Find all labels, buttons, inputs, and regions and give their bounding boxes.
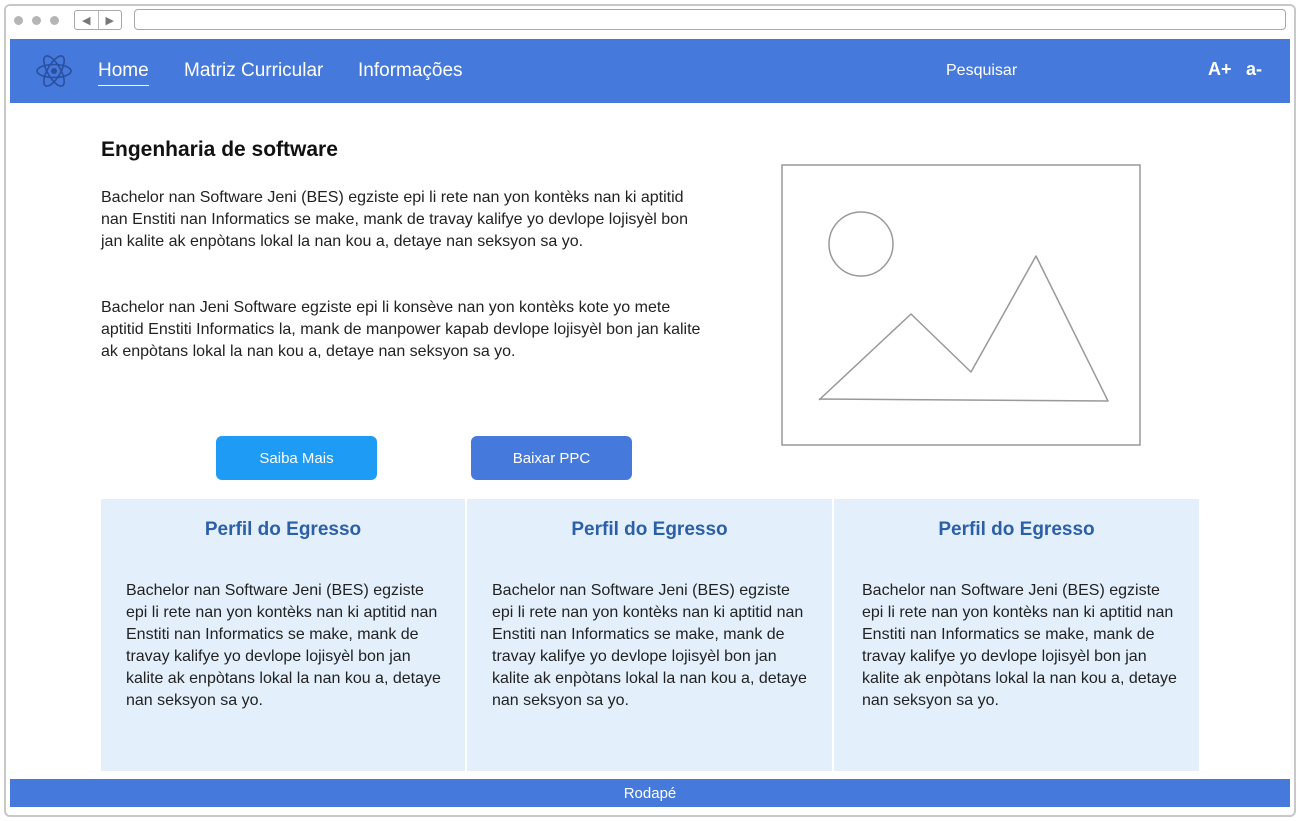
card-text: Bachelor nan Software Jeni (BES) egziste… (492, 582, 807, 709)
card-text: Bachelor nan Software Jeni (BES) egziste… (862, 582, 1177, 709)
intro-paragraph: Bachelor nan Jeni Software egziste epi l… (101, 299, 701, 360)
browser-window: ◀ ▶ Home Matriz Curricular Informações P… (4, 4, 1296, 817)
window-dot-icon (14, 16, 23, 25)
download-ppc-button[interactable]: Baixar PPC (471, 436, 632, 480)
window-dot-icon (50, 16, 59, 25)
font-decrease-button[interactable]: a- (1246, 59, 1262, 80)
address-bar[interactable] (134, 9, 1286, 30)
browser-chrome: ◀ ▶ (6, 6, 1294, 39)
nav-informacoes[interactable]: Informações (358, 60, 463, 82)
font-increase-button[interactable]: A+ (1208, 59, 1232, 80)
image-placeholder-icon (781, 164, 1141, 446)
browser-nav-buttons: ◀ ▶ (74, 10, 122, 30)
page-title: Engenharia de software (101, 138, 338, 161)
site-header: Home Matriz Curricular Informações Pesqu… (10, 39, 1290, 103)
search-link[interactable]: Pesquisar (946, 62, 1017, 80)
intro-paragraph: Bachelor nan Software Jeni (BES) egziste… (101, 189, 688, 250)
site-footer: Rodapé (10, 779, 1290, 807)
profile-card: Perfil do Egresso Bachelor nan Software … (834, 499, 1199, 771)
window-dot-icon (32, 16, 41, 25)
card-title: Perfil do Egresso (204, 519, 362, 540)
card-text: Bachelor nan Software Jeni (BES) egziste… (126, 582, 441, 709)
profile-card: Perfil do Egresso Bachelor nan Software … (101, 499, 465, 771)
learn-more-button[interactable]: Saiba Mais (216, 436, 377, 480)
forward-arrow-icon[interactable]: ▶ (99, 11, 122, 29)
nav-home[interactable]: Home (98, 60, 149, 86)
atom-icon[interactable] (34, 52, 74, 90)
profile-card: Perfil do Egresso Bachelor nan Software … (467, 499, 832, 771)
back-arrow-icon[interactable]: ◀ (75, 11, 99, 29)
card-title: Perfil do Egresso (571, 519, 728, 540)
card-title: Perfil do Egresso (938, 519, 1095, 540)
nav-matriz-curricular[interactable]: Matriz Curricular (184, 60, 323, 82)
